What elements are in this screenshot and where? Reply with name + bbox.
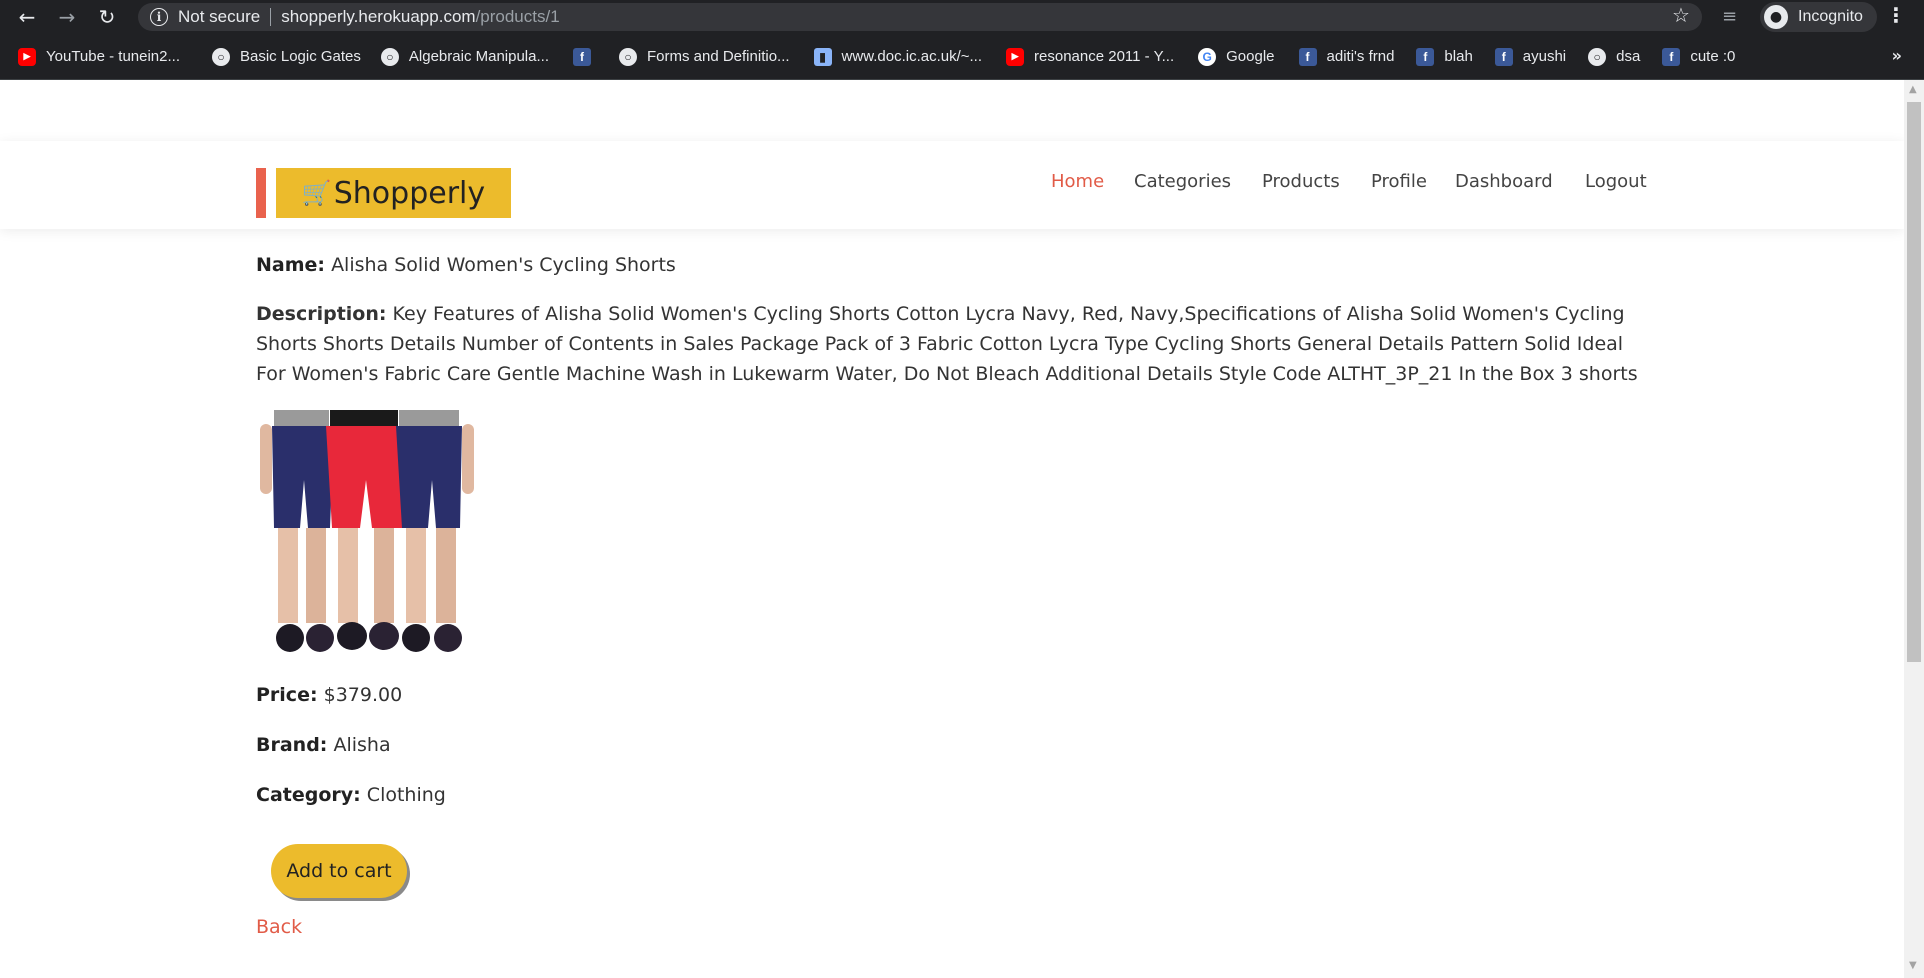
- youtube-icon: ▶: [18, 47, 36, 66]
- address-separator: [270, 8, 272, 26]
- browser-menu-icon[interactable]: ⋮: [1886, 3, 1906, 27]
- back-arrow-icon[interactable]: ←: [14, 4, 40, 30]
- bookmark-label: resonance 2011 - Y...: [1034, 48, 1175, 65]
- bookmark-star-icon[interactable]: ☆: [1672, 3, 1690, 27]
- nav-logout[interactable]: Logout: [1585, 171, 1647, 192]
- bookmark-item[interactable]: f blah: [1416, 47, 1473, 66]
- product-price-row: Price: $379.00: [256, 684, 402, 706]
- nav-dashboard[interactable]: Dashboard: [1455, 171, 1553, 192]
- add-to-cart-button[interactable]: Add to cart: [271, 844, 407, 898]
- description-label: Description:: [256, 303, 387, 325]
- bookmark-label: cute :0: [1690, 48, 1736, 65]
- bookmark-label: ayushi: [1522, 48, 1567, 65]
- scrollbar-thumb[interactable]: [1907, 102, 1921, 662]
- globe-icon: ○: [1588, 47, 1607, 66]
- incognito-badge[interactable]: ● Incognito: [1760, 2, 1877, 32]
- bookmark-item[interactable]: ○ Forms and Definitio...: [618, 47, 790, 66]
- bookmark-label: Basic Logic Gates: [240, 48, 361, 65]
- web-page: 🛒 Shopperly Home Categories Products Prof…: [0, 80, 1904, 978]
- info-icon[interactable]: i: [150, 8, 168, 26]
- logo-accent-bar: [256, 168, 266, 218]
- page-scrollbar[interactable]: ▲ ▼: [1904, 80, 1924, 978]
- facebook-icon: f: [1662, 47, 1681, 66]
- bookmark-label: YouTube - tunein2...: [46, 48, 180, 65]
- facebook-icon: f: [1494, 47, 1513, 66]
- bookmark-item[interactable]: f ayushi: [1494, 47, 1567, 66]
- address-bar[interactable]: i Not secure shopperly.herokuapp.com/pro…: [138, 3, 1702, 31]
- product-description: Key Features of Alisha Solid Women's Cyc…: [256, 303, 1638, 385]
- bookmark-label: Forms and Definitio...: [646, 48, 790, 65]
- globe-icon: ○: [380, 47, 399, 66]
- logo-text: Shopperly: [333, 175, 486, 211]
- scroll-up-icon[interactable]: ▲: [1909, 84, 1917, 95]
- facebook-icon: f: [1298, 47, 1317, 66]
- product-name-row: Name: Alisha Solid Women's Cycling Short…: [256, 254, 676, 276]
- bookmark-item[interactable]: ▮ www.doc.ic.ac.uk/~...: [813, 47, 983, 66]
- facebook-icon: f: [572, 47, 591, 66]
- bookmark-label: dsa: [1616, 48, 1641, 65]
- bookmark-label: aditi's frnd: [1326, 48, 1395, 65]
- google-icon: G: [1198, 47, 1217, 66]
- bookmark-item[interactable]: f cute :0: [1662, 47, 1736, 66]
- globe-icon: ○: [618, 47, 637, 66]
- site-logo[interactable]: 🛒 Shopperly: [276, 168, 511, 218]
- product-description-row: Description: Key Features of Alisha Soli…: [256, 299, 1656, 389]
- forward-arrow-icon[interactable]: →: [54, 4, 80, 30]
- bookmarks-bar: ▶ YouTube - tunein2... ○ Basic Logic Gates…: [0, 34, 1924, 80]
- name-label: Name:: [256, 254, 326, 276]
- browser-toolbar: ← → ↻ i Not secure shopperly.herokuapp.c…: [0, 0, 1924, 34]
- bookmark-item[interactable]: ○ Algebraic Manipula...: [380, 47, 549, 66]
- url-host: shopperly.herokuapp.com: [281, 7, 476, 26]
- category-label: Category:: [256, 784, 361, 806]
- doc-icon: ▮: [813, 47, 832, 66]
- incognito-label: Incognito: [1798, 8, 1863, 25]
- product-category: Clothing: [366, 784, 446, 806]
- product-brand-row: Brand: Alisha: [256, 734, 391, 756]
- bookmark-label: Google: [1226, 48, 1275, 65]
- tab-search-icon[interactable]: ≡: [1722, 6, 1737, 27]
- url-path: /products/1: [475, 7, 560, 26]
- shopping-cart-icon: 🛒: [301, 179, 332, 207]
- facebook-icon: f: [1416, 47, 1435, 66]
- back-link[interactable]: Back: [256, 916, 302, 938]
- bookmark-item[interactable]: ○ Basic Logic Gates: [212, 47, 361, 66]
- bookmark-item[interactable]: G Google: [1198, 47, 1275, 66]
- not-secure-label: Not secure: [178, 7, 261, 26]
- product-name: Alisha Solid Women's Cycling Shorts: [331, 254, 676, 276]
- product-image: [256, 410, 481, 660]
- product-brand: Alisha: [333, 734, 391, 756]
- scroll-down-icon[interactable]: ▼: [1909, 960, 1917, 971]
- bookmark-item[interactable]: f aditi's frnd: [1298, 47, 1395, 66]
- incognito-icon: ●: [1764, 5, 1788, 29]
- bookmark-item[interactable]: ○ dsa: [1588, 47, 1641, 66]
- site-header: 🛒 Shopperly Home Categories Products Prof…: [0, 141, 1904, 229]
- bookmark-label: blah: [1444, 48, 1473, 65]
- nav-home[interactable]: Home: [1051, 171, 1104, 192]
- product-category-row: Category: Clothing: [256, 784, 446, 806]
- reload-icon[interactable]: ↻: [94, 4, 120, 30]
- bookmark-label: www.doc.ic.ac.uk/~...: [841, 48, 983, 65]
- nav-products[interactable]: Products: [1262, 171, 1340, 192]
- bookmark-item[interactable]: ▶ YouTube - tunein2...: [18, 47, 180, 66]
- nav-profile[interactable]: Profile: [1371, 171, 1427, 192]
- bookmark-label: Algebraic Manipula...: [408, 48, 549, 65]
- bookmarks-more-icon[interactable]: »: [1892, 46, 1902, 65]
- youtube-icon: ▶: [1006, 47, 1025, 66]
- bookmark-item[interactable]: ▶ resonance 2011 - Y...: [1006, 47, 1175, 66]
- bookmark-item[interactable]: f: [572, 47, 591, 66]
- globe-icon: ○: [212, 47, 230, 66]
- price-label: Price:: [256, 684, 318, 706]
- brand-label: Brand:: [256, 734, 328, 756]
- product-price: $379.00: [323, 684, 403, 706]
- nav-categories[interactable]: Categories: [1134, 171, 1231, 192]
